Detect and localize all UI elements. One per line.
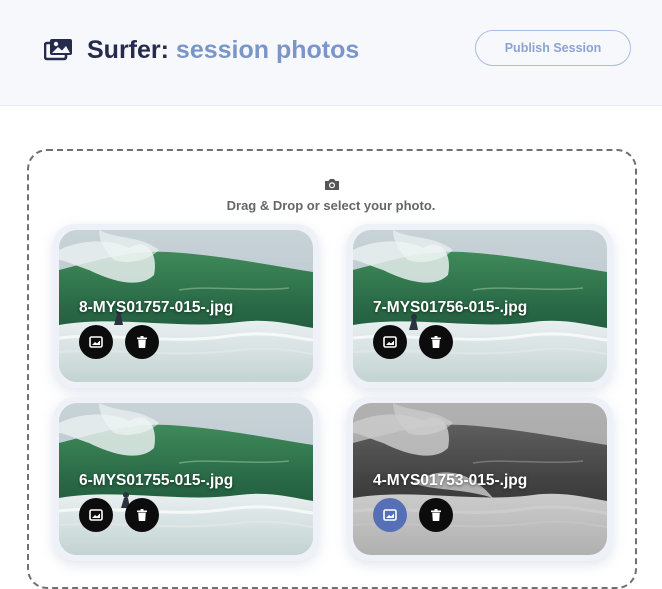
photo-filename: 6-MYS01755-015-.jpg [79, 472, 234, 489]
photo-filename: 8-MYS01757-015-.jpg [79, 299, 234, 316]
photo-card[interactable]: 6-MYS01755-015-.jpg [53, 397, 319, 561]
set-cover-button[interactable] [79, 498, 113, 532]
delete-photo-button[interactable] [125, 498, 159, 532]
title-accent: session photos [175, 36, 360, 64]
page-header: Surfer: session photos Publish Session [0, 0, 662, 106]
surf-photo: 4-MYS01753-015-.jpg [353, 403, 607, 555]
dropzone-instructions: Drag & Drop or select your photo. [226, 198, 436, 213]
set-cover-button[interactable] [373, 325, 407, 359]
trash-icon [137, 509, 147, 521]
surf-photo: 7-MYS01756-015-.jpg [353, 230, 607, 382]
image-icon [89, 509, 103, 521]
trash-icon [431, 509, 441, 521]
delete-photo-button[interactable] [125, 325, 159, 359]
photo-filename: 4-MYS01753-015-.jpg [373, 472, 528, 489]
camera-icon [325, 179, 339, 190]
title-prefix: Surfer: [87, 36, 169, 64]
page-title: Surfer: session photos [87, 34, 359, 66]
photo-card[interactable]: 8-MYS01757-015-.jpg [53, 224, 319, 388]
image-icon [89, 336, 103, 348]
surf-photo: 6-MYS01755-015-.jpg [59, 403, 313, 555]
publish-session-button[interactable]: Publish Session [475, 30, 631, 66]
delete-photo-button[interactable] [419, 325, 453, 359]
set-cover-button[interactable] [79, 325, 113, 359]
trash-icon [431, 336, 441, 348]
photo-gallery-icon [44, 39, 72, 61]
surf-photo: 8-MYS01757-015-.jpg [59, 230, 313, 382]
photo-card[interactable]: 7-MYS01756-015-.jpg [347, 224, 613, 388]
image-icon [383, 509, 397, 521]
photo-card[interactable]: 4-MYS01753-015-.jpg [347, 397, 613, 561]
delete-photo-button[interactable] [419, 498, 453, 532]
trash-icon [137, 336, 147, 348]
photo-filename: 7-MYS01756-015-.jpg [373, 299, 528, 316]
image-icon [383, 336, 397, 348]
set-cover-button[interactable] [373, 498, 407, 532]
